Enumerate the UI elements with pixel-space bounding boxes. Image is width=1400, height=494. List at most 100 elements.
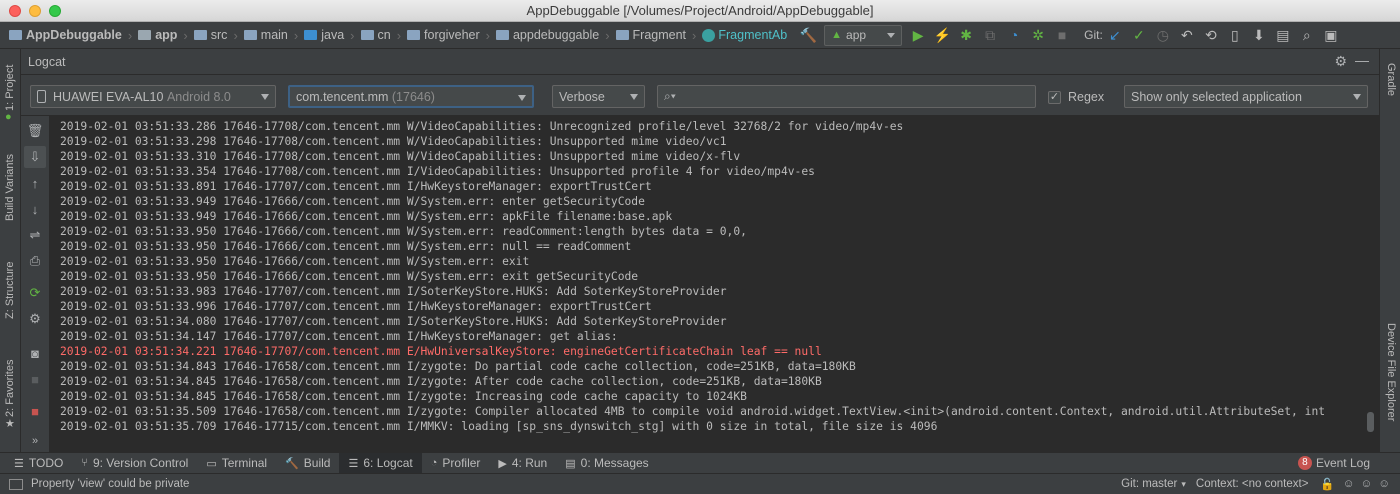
branch-icon: ⑂ (81, 457, 88, 469)
soft-wrap-icon[interactable]: ⇌ (24, 224, 46, 246)
lock-icon[interactable]: 🔓 (1320, 477, 1334, 491)
breadcrumb-appdebuggable[interactable]: appdebuggable › (493, 22, 613, 49)
gradle-tool-tab[interactable]: Gradle (1380, 55, 1400, 115)
breadcrumb-forgiveher[interactable]: forgiveher › (404, 22, 493, 49)
tab-build[interactable]: 🔨 Build (276, 453, 339, 474)
git-revert-icon[interactable]: ↶ (1175, 23, 1199, 47)
context-widget[interactable]: Context: <no context> (1196, 478, 1309, 490)
breadcrumb-label: app (155, 28, 178, 42)
search-field[interactable] (679, 89, 1035, 104)
breadcrumb-project[interactable]: AppDebuggable › (0, 22, 135, 49)
toggle-tool-windows-icon[interactable] (9, 478, 23, 490)
screen-record-icon[interactable]: ■ (24, 368, 46, 390)
tab-profiler[interactable]: ◔ Profiler (422, 453, 490, 474)
log-line: 2019-02-01 03:51:34.221 17646-17707/com.… (60, 345, 822, 358)
tab-messages[interactable]: ▤ 0: Messages (556, 453, 657, 474)
tab-label: Build (303, 456, 331, 470)
log-line: 2019-02-01 03:51:34.080 17646-17707/com.… (60, 315, 727, 328)
tab-logcat[interactable]: ☰ 6: Logcat (339, 452, 422, 474)
tab-run[interactable]: ▶ 4: Run (489, 453, 556, 474)
device-select[interactable]: HUAWEI EVA-AL10 Android 8.0 (30, 85, 276, 108)
tab-version-control[interactable]: ⑂ 9: Version Control (72, 453, 197, 474)
minimize-window-button[interactable] (29, 5, 41, 17)
gear-icon[interactable]: ⚙ (1334, 53, 1347, 70)
log-line: 2019-02-01 03:51:33.996 17646-17707/com.… (60, 300, 652, 313)
settings-gear-icon[interactable]: ⚙ (24, 308, 46, 330)
project-tool-tab[interactable]: 1: Project (0, 57, 21, 137)
git-commit-check-icon[interactable]: ✓ (1127, 23, 1151, 47)
apply-changes-icon[interactable]: ⚡ (930, 23, 954, 47)
breadcrumb-label: java (321, 28, 345, 42)
package-icon (615, 30, 629, 40)
filter-config-select[interactable]: Show only selected application (1124, 85, 1368, 108)
git-update-icon[interactable]: ↙ (1103, 23, 1127, 47)
zoom-window-button[interactable] (49, 5, 61, 17)
breadcrumb-app[interactable]: app › (135, 22, 191, 49)
logcat-output[interactable]: 2019-02-01 03:51:33.286 17646-17708/com.… (50, 116, 1379, 437)
tab-todo[interactable]: ☰ TODO (0, 453, 72, 474)
git-history-clock-icon[interactable]: ◷ (1151, 23, 1175, 47)
make-project-hammer-icon[interactable]: 🔨 (796, 23, 820, 47)
clear-logcat-trash-icon[interactable]: 🗑 (24, 120, 46, 142)
log-search-input[interactable]: ⌕▾ (657, 85, 1036, 108)
build-variants-tool-tab[interactable]: Build Variants (0, 145, 21, 225)
git-branch-widget[interactable]: Git: master (1121, 478, 1177, 490)
avd-manager-icon[interactable]: ▯ (1223, 23, 1247, 47)
sdk-manager-icon[interactable]: ⬇ (1247, 23, 1271, 47)
run-play-icon[interactable]: ▶ (906, 23, 930, 47)
tab-event-log[interactable]: 8 Event Log (1289, 453, 1400, 474)
tab-label: Device File Explorer (1385, 323, 1397, 422)
debug-bug-icon[interactable]: ✱ (954, 23, 978, 47)
regex-checkbox[interactable]: ✓ (1048, 91, 1061, 104)
tab-label: 0: Messages (580, 456, 649, 470)
down-arrow-icon[interactable]: ↓ (24, 198, 46, 220)
breadcrumb-fragment[interactable]: Fragment › (613, 22, 700, 49)
gauge-icon: ◔ (430, 457, 438, 469)
process-select[interactable]: com.tencent.mm (17646) (288, 85, 534, 108)
more-chevron-icon[interactable]: » (24, 430, 46, 452)
tab-label: 4: Run (511, 456, 548, 470)
print-icon[interactable]: ⎙ (24, 250, 46, 272)
device-version: Android 8.0 (166, 89, 231, 104)
breadcrumb-src[interactable]: src › (191, 22, 241, 49)
hector-icon[interactable]: ☺ (1343, 478, 1355, 490)
close-window-button[interactable] (9, 5, 21, 17)
chevron-down-icon (630, 94, 638, 100)
breadcrumb-cn[interactable]: cn › (358, 22, 405, 49)
sync-gradle-icon[interactable]: ⟲ (1199, 23, 1223, 47)
screen-capture-camera-icon[interactable]: ◙ (24, 342, 46, 364)
bottom-tool-tabs: ☰ TODO ⑂ 9: Version Control ▭ Terminal 🔨 Bui… (0, 452, 1400, 474)
restart-icon[interactable]: ⟳ (24, 282, 46, 304)
search-everywhere-icon[interactable]: ⌕ (1295, 23, 1319, 47)
stop-icon[interactable]: ■ (1050, 23, 1074, 47)
attach-debugger-icon[interactable]: ⧉ (978, 23, 1002, 47)
title-bar: AppDebuggable [/Volumes/Project/Android/… (0, 0, 1400, 22)
breadcrumb-main[interactable]: main › (241, 22, 301, 49)
log-line: 2019-02-01 03:51:35.709 17646-17715/com.… (60, 420, 938, 433)
hide-panel-icon[interactable]: — (1355, 52, 1369, 68)
structure-tool-tab[interactable]: Z: Structure (0, 251, 21, 331)
log-line: 2019-02-01 03:51:33.983 17646-17707/com.… (60, 285, 727, 298)
run-configuration-select[interactable]: ▲ app (824, 24, 903, 46)
tab-terminal[interactable]: ▭ Terminal (197, 453, 276, 474)
class-icon (702, 28, 716, 42)
horizontal-scrollbar[interactable] (50, 437, 1379, 452)
attach-process-icon[interactable]: ✲ (1026, 23, 1050, 47)
log-line: 2019-02-01 03:51:33.310 17646-17708/com.… (60, 150, 741, 163)
face-icon[interactable]: ☺ (1361, 478, 1373, 490)
terminate-app-stop-icon[interactable]: ■ (24, 400, 46, 422)
layout-icon[interactable]: ▣ (1319, 23, 1343, 47)
regex-label: Regex (1068, 90, 1105, 104)
device-name: HUAWEI EVA-AL10 (53, 89, 164, 104)
device-file-explorer-tool-tab[interactable]: Device File Explorer (1380, 319, 1400, 449)
project-structure-icon[interactable]: ▤ (1271, 23, 1295, 47)
scroll-to-end-icon[interactable]: ⇩ (24, 146, 46, 168)
breadcrumb-fragmentab[interactable]: FragmentAb (699, 22, 790, 49)
event-face-icon[interactable]: ☺ (1378, 478, 1390, 490)
vertical-scrollbar[interactable] (1367, 412, 1374, 432)
tab-label: Build Variants (4, 153, 16, 221)
up-arrow-icon[interactable]: ↑ (24, 172, 46, 194)
log-level-select[interactable]: Verbose (552, 85, 645, 108)
breadcrumb-java[interactable]: java › (301, 22, 357, 49)
profile-gauge-icon[interactable]: ◔ (1002, 23, 1026, 47)
